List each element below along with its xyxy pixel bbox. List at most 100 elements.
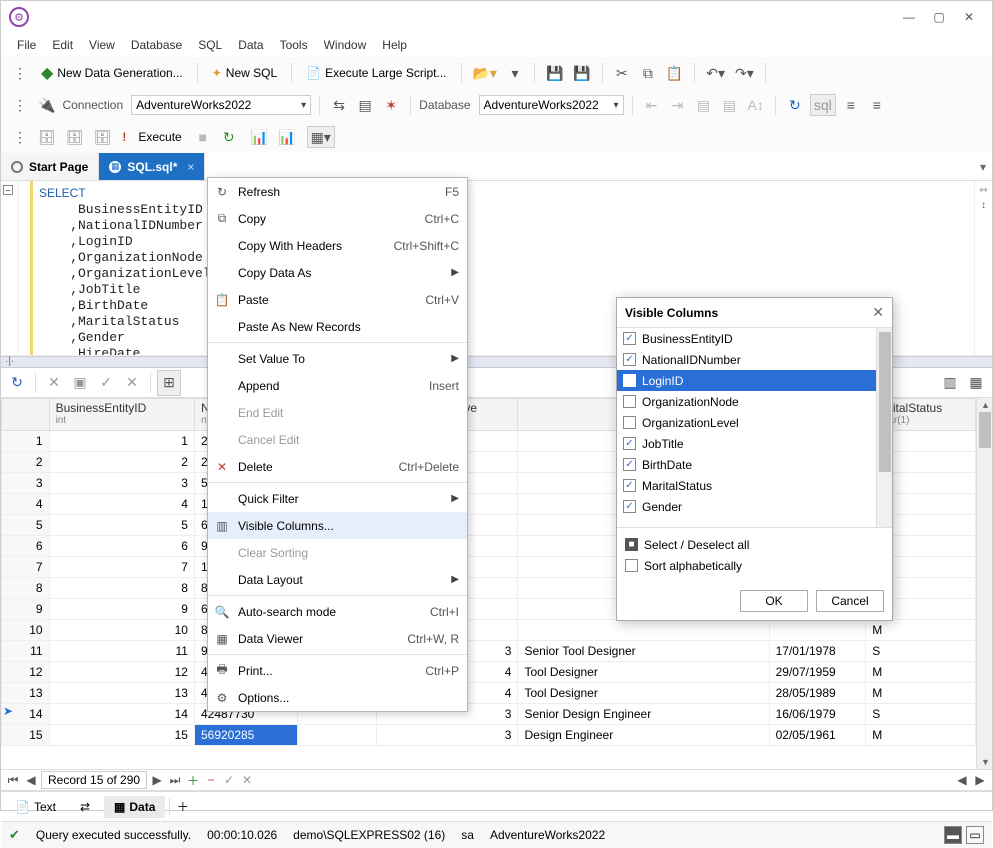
- menu-file[interactable]: File: [9, 36, 44, 54]
- menu-edit[interactable]: Edit: [44, 36, 81, 54]
- outdent-icon[interactable]: ⇥: [667, 94, 689, 116]
- menu-help[interactable]: Help: [374, 36, 415, 54]
- table-row[interactable]: 1414424877303Senior Design Engineer16/06…: [2, 704, 976, 725]
- tab-close-icon[interactable]: ×: [187, 160, 194, 174]
- add-results-tab-button[interactable]: ＋: [169, 798, 195, 815]
- editor-folding-ruler[interactable]: −: [1, 181, 19, 355]
- layout-1-icon[interactable]: ▬: [944, 826, 962, 844]
- context-menu-item[interactable]: 📋PasteCtrl+V: [208, 286, 467, 313]
- nav-prev-icon[interactable]: ◀: [23, 773, 39, 787]
- column-header[interactable]: BusinessEntityIDint: [49, 399, 194, 431]
- stop-icon[interactable]: ■: [192, 126, 214, 148]
- nav-first-icon[interactable]: ⏮: [5, 773, 21, 788]
- tabs-overflow-icon[interactable]: ▾: [974, 153, 992, 180]
- dialog-scrollbar[interactable]: [876, 328, 892, 527]
- nav-delete-icon[interactable]: −: [203, 773, 219, 787]
- nav-revert-icon[interactable]: ✕: [239, 773, 255, 787]
- grid-check-icon[interactable]: ✓: [94, 370, 118, 396]
- column-checkbox-row[interactable]: ✓JobTitle: [617, 433, 876, 454]
- context-menu-item[interactable]: ▥Visible Columns...: [208, 512, 467, 539]
- select-all-checkbox[interactable]: ■Select / Deselect all: [625, 534, 884, 555]
- execute-large-script-button[interactable]: 📄Execute Large Script...: [300, 66, 452, 80]
- uncomment-icon[interactable]: ▤: [719, 94, 741, 116]
- results-icon[interactable]: 📊: [248, 126, 271, 148]
- menu-view[interactable]: View: [81, 36, 123, 54]
- undo-icon[interactable]: ↶▾: [703, 62, 728, 84]
- copy-icon[interactable]: ⧉: [637, 62, 659, 84]
- tab-data[interactable]: ▦Data: [104, 796, 165, 818]
- context-menu-item[interactable]: 🖶Print...Ctrl+P: [208, 657, 467, 684]
- column-checkbox-row[interactable]: OrganizationLevel: [617, 412, 876, 433]
- db-refresh-icon[interactable]: 🗄: [63, 126, 87, 148]
- format2-icon[interactable]: ≡: [866, 94, 888, 116]
- redo-icon[interactable]: ↷▾: [732, 62, 757, 84]
- comment-icon[interactable]: ▤: [693, 94, 715, 116]
- column-checkbox-row[interactable]: ✓BusinessEntityID: [617, 328, 876, 349]
- save-icon[interactable]: 💾: [543, 62, 566, 84]
- nav-add-icon[interactable]: ＋: [185, 772, 201, 789]
- format-icon[interactable]: ≡: [840, 94, 862, 116]
- sql-outline-icon[interactable]: sql: [810, 94, 836, 116]
- context-menu-item[interactable]: 🔍Auto-search modeCtrl+I: [208, 598, 467, 625]
- refresh-conn-icon[interactable]: ⇆: [328, 94, 350, 116]
- indent-icon[interactable]: ⇤: [641, 94, 663, 116]
- column-checkbox-row[interactable]: ✓Gender: [617, 496, 876, 517]
- run-loop-icon[interactable]: ↻: [218, 126, 240, 148]
- nav-commit-icon[interactable]: ✓: [221, 773, 237, 787]
- layout-2-icon[interactable]: ▭: [966, 826, 984, 844]
- nav-last-icon[interactable]: ⏭: [167, 773, 183, 788]
- context-menu-item[interactable]: AppendInsert: [208, 372, 467, 399]
- uppercase-icon[interactable]: A↕: [745, 94, 767, 116]
- column-checkbox-row[interactable]: ✓NationalIDNumber: [617, 349, 876, 370]
- table-row[interactable]: 13134862287824Tool Designer28/05/1989M: [2, 683, 976, 704]
- db-icon[interactable]: 🗄: [35, 126, 59, 148]
- menu-sql[interactable]: SQL: [190, 36, 230, 54]
- nav-scroll-left-icon[interactable]: ◀: [954, 773, 970, 787]
- open-icon[interactable]: 📂▾: [470, 62, 500, 84]
- nav-next-icon[interactable]: ▶: [149, 773, 165, 787]
- context-menu-item[interactable]: ▦Data ViewerCtrl+W, R: [208, 625, 467, 652]
- context-menu-item[interactable]: ⧉CopyCtrl+C: [208, 205, 467, 232]
- grid-vertical-scrollbar[interactable]: ▲ ▼: [976, 398, 992, 769]
- minimize-button[interactable]: —: [894, 2, 924, 32]
- context-menu-item[interactable]: Copy Data As▶: [208, 259, 467, 286]
- table-row[interactable]: 1010879342154M: [2, 620, 976, 641]
- column-checkbox-row[interactable]: ✓MaritalStatus: [617, 475, 876, 496]
- context-menu-item[interactable]: Data Layout▶: [208, 566, 467, 593]
- context-menu-item[interactable]: ⚙Options...: [208, 684, 467, 711]
- grid-columns-icon[interactable]: ▥: [938, 370, 962, 396]
- grid-cancel2-icon[interactable]: ✕: [120, 370, 144, 396]
- maximize-button[interactable]: ▢: [924, 2, 954, 32]
- table-row[interactable]: 1515569202853Design Engineer02/05/1961M: [2, 725, 976, 746]
- tab-sql[interactable]: ▦ SQL.sql* ×: [99, 153, 205, 180]
- cut-icon[interactable]: ✂: [611, 62, 633, 84]
- menu-data[interactable]: Data: [230, 36, 271, 54]
- execute-button[interactable]: Execute: [132, 130, 187, 144]
- menu-tools[interactable]: Tools: [272, 36, 316, 54]
- grid-refresh-icon[interactable]: ↻: [5, 370, 29, 396]
- grid-save-icon[interactable]: ▣: [68, 370, 92, 396]
- column-checkbox-row[interactable]: OrganizationNode: [617, 391, 876, 412]
- recent-icon[interactable]: ▾: [504, 62, 526, 84]
- context-menu-item[interactable]: ✕DeleteCtrl+Delete: [208, 453, 467, 480]
- column-checkbox-row[interactable]: LoginID: [617, 370, 876, 391]
- grid-cancel-icon[interactable]: ✕: [42, 370, 66, 396]
- tab-text[interactable]: 📄Text: [5, 796, 66, 818]
- grid-mode-icon[interactable]: ▦▾: [307, 126, 335, 148]
- context-menu-item[interactable]: Set Value To▶: [208, 345, 467, 372]
- record-position[interactable]: Record 15 of 290: [41, 771, 147, 789]
- database-dropdown[interactable]: AdventureWorks2022: [479, 95, 624, 115]
- table-row[interactable]: 11119740269033Senior Tool Designer17/01/…: [2, 641, 976, 662]
- refresh-icon[interactable]: ↻: [784, 94, 806, 116]
- grid-mode-button[interactable]: ⊞: [157, 370, 181, 396]
- menu-database[interactable]: Database: [123, 36, 190, 54]
- close-button[interactable]: ✕: [954, 2, 984, 32]
- split-vertical-icon[interactable]: ↕: [981, 200, 986, 211]
- context-menu-item[interactable]: ↻RefreshF5: [208, 178, 467, 205]
- new-sql-button[interactable]: ✦New SQL: [206, 66, 283, 80]
- sort-alpha-checkbox[interactable]: Sort alphabetically: [625, 555, 884, 576]
- connection-icon[interactable]: 🔌: [35, 94, 58, 116]
- table-row[interactable]: 12124801685284Tool Designer29/07/1959M: [2, 662, 976, 683]
- split-horizontal-icon[interactable]: ⇿: [979, 185, 987, 196]
- dialog-close-icon[interactable]: ✕: [872, 304, 884, 321]
